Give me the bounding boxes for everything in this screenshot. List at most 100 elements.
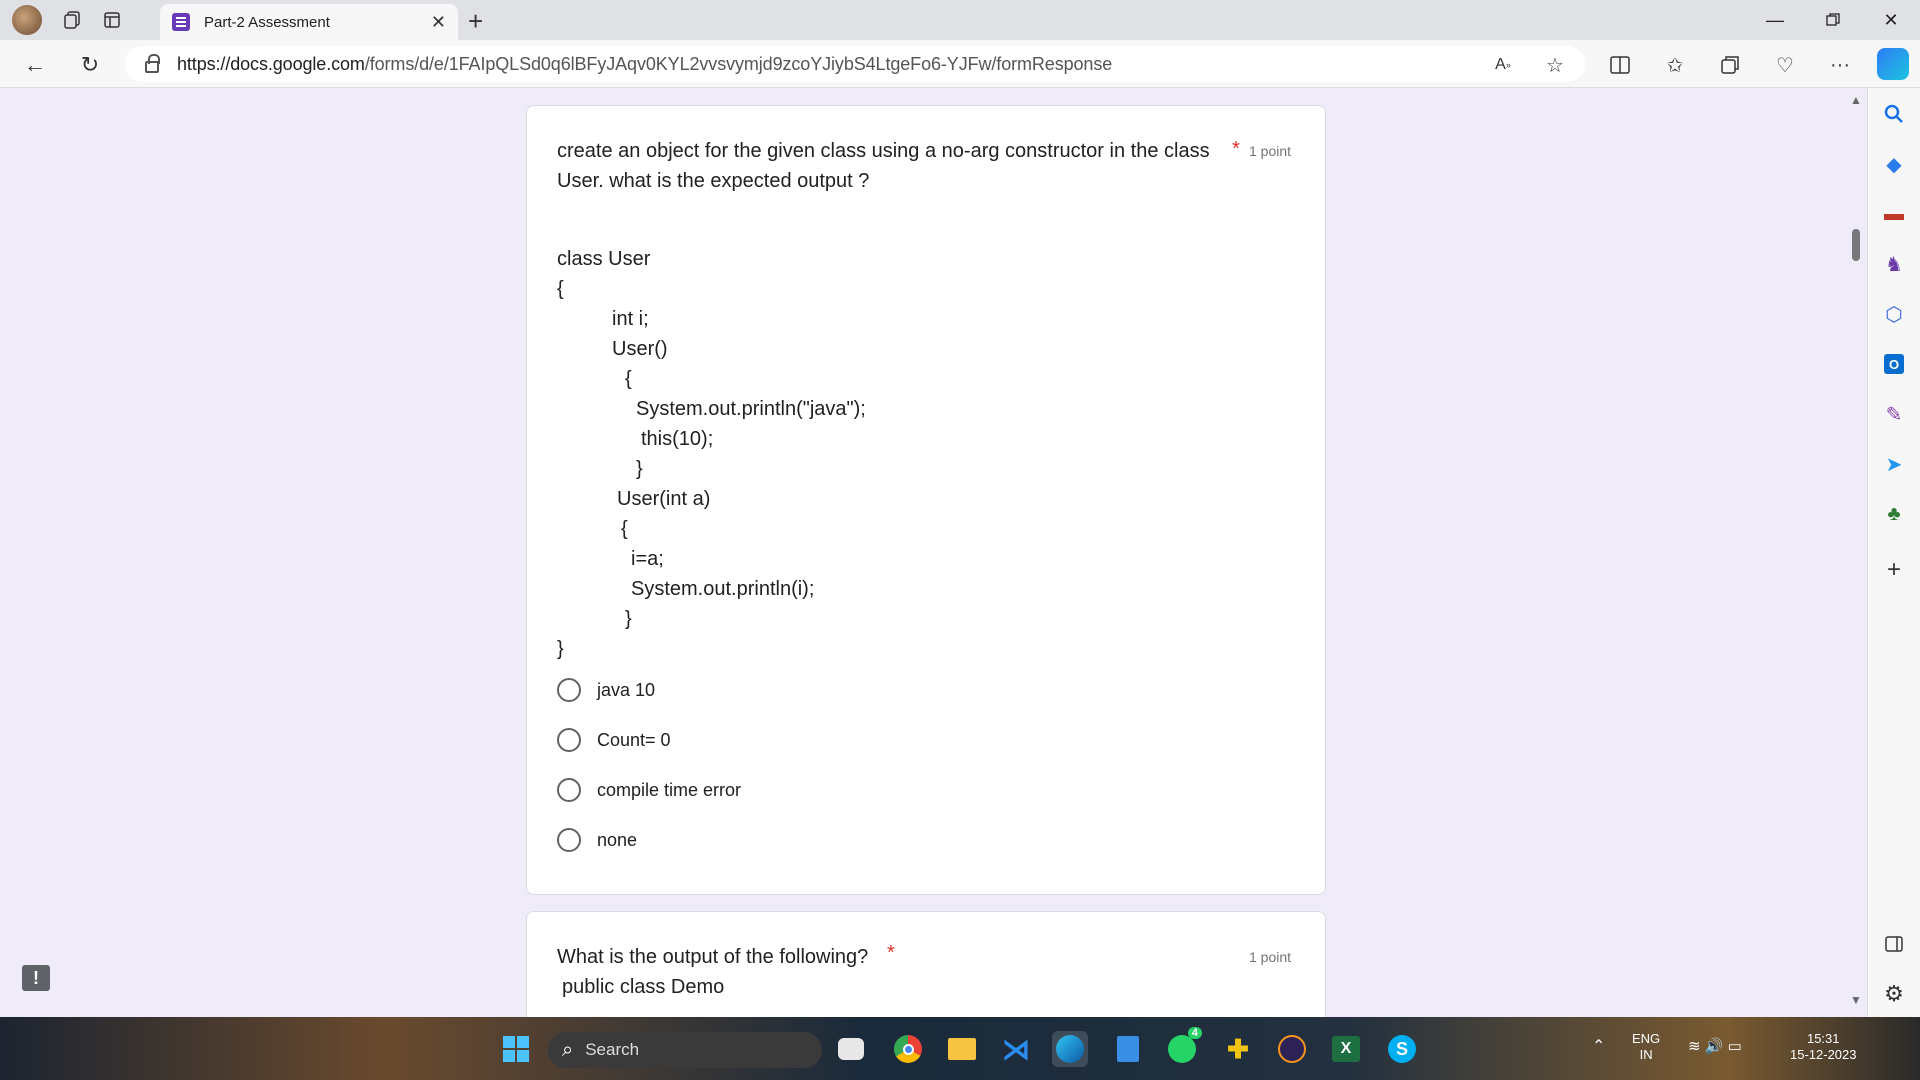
option-java-10[interactable]: java 10 — [557, 675, 655, 705]
refresh-icon[interactable]: ↻ — [75, 50, 105, 80]
microsoft365-icon[interactable]: ⬡ — [1880, 300, 1908, 328]
url-host: https://docs.google.com — [177, 53, 365, 74]
required-asterisk: * — [1232, 138, 1240, 160]
page-scrollbar[interactable]: ▲ ▼ — [1845, 89, 1867, 1017]
code-line: System.out.println(i); — [631, 578, 815, 600]
taskbar-search[interactable]: ⌕ Search — [548, 1032, 822, 1068]
form-page: create an object for the given class usi… — [0, 89, 1845, 1017]
profile-avatar[interactable] — [12, 5, 42, 35]
feedback-icon[interactable]: ! — [22, 965, 50, 991]
wifi-volume-battery-icons[interactable]: ≋ 🔊 ▭ — [1688, 1039, 1742, 1055]
clock[interactable]: 15:31 15-12-2023 — [1790, 1031, 1857, 1063]
tools-icon[interactable]: ▬ — [1880, 200, 1908, 228]
close-window-icon[interactable]: ✕ — [1862, 0, 1920, 40]
radio-button[interactable] — [557, 828, 581, 852]
app-installer-icon[interactable]: ✚ — [1220, 1031, 1256, 1067]
search-icon[interactable] — [1880, 100, 1908, 128]
code-line: { — [557, 278, 564, 300]
radio-button[interactable] — [557, 728, 581, 752]
question-points: 1 point — [1249, 949, 1292, 965]
split-screen-icon[interactable] — [1605, 50, 1635, 80]
question-title: create an object for the given class usi… — [557, 140, 1210, 192]
back-icon[interactable]: ← — [20, 50, 50, 80]
lock-icon[interactable] — [145, 53, 160, 73]
tree-icon[interactable]: ♣ — [1880, 500, 1908, 528]
favorites-icon[interactable]: ✩ — [1660, 50, 1690, 80]
radio-button[interactable] — [557, 678, 581, 702]
option-label: none — [597, 829, 638, 850]
add-icon[interactable]: + — [1880, 556, 1908, 584]
collections-icon[interactable] — [1715, 50, 1745, 80]
hide-sidebar-icon[interactable] — [1880, 930, 1908, 958]
workspaces-icon[interactable] — [52, 0, 92, 40]
shopping-tag-icon[interactable]: ◆ — [1880, 150, 1908, 178]
notification-badge: 4 — [1187, 1027, 1202, 1039]
settings-gear-icon[interactable]: ⚙ — [1880, 980, 1908, 1008]
scroll-down-icon[interactable]: ▼ — [1850, 993, 1862, 1007]
search-placeholder: Search — [585, 1040, 640, 1059]
restore-icon[interactable] — [1804, 0, 1862, 40]
windows-start-icon[interactable] — [498, 1031, 534, 1067]
language-indicator[interactable]: ENG IN — [1632, 1031, 1660, 1063]
code-line: public class Demo — [562, 976, 725, 998]
code-line: } — [557, 638, 564, 660]
address-bar: ← ↻ https://docs.google.com/forms/d/e/1F… — [0, 40, 1920, 88]
active-tab[interactable]: Part-2 Assessment ✕ — [160, 4, 458, 40]
chrome-icon[interactable] — [890, 1031, 926, 1067]
option-count-0[interactable]: Count= 0 — [557, 725, 671, 755]
code-line: System.out.println("java"); — [636, 398, 866, 420]
code-line: } — [636, 458, 643, 480]
new-tab-icon[interactable]: + — [468, 6, 483, 37]
question-points: 1 point — [1249, 143, 1292, 159]
windows-taskbar: ⌕ Search ⋊ 4 ✚ X S ⌃ ENG IN ≋ 🔊 ▭ 15:31 … — [0, 1017, 1920, 1080]
tray-chevron-icon[interactable]: ⌃ — [1592, 1039, 1605, 1055]
date: 15-12-2023 — [1790, 1047, 1857, 1062]
outlook-icon[interactable]: O — [1880, 350, 1908, 378]
search-icon: ⌕ — [562, 1038, 574, 1061]
code-line: int i; — [612, 308, 649, 330]
google-forms-icon — [172, 13, 190, 31]
language: ENG — [1632, 1031, 1661, 1046]
code-line: User(int a) — [617, 488, 711, 510]
code-line: { — [621, 518, 628, 540]
favorite-star-icon[interactable]: ☆ — [1540, 50, 1570, 80]
file-explorer-icon[interactable] — [944, 1031, 980, 1067]
excel-icon[interactable]: X — [1328, 1031, 1364, 1067]
send-icon[interactable]: ➤ — [1880, 450, 1908, 478]
edge-icon[interactable] — [1052, 1031, 1088, 1067]
copilot-icon[interactable] — [1877, 48, 1909, 80]
read-aloud-icon[interactable]: A» — [1488, 50, 1518, 80]
games-icon[interactable]: ♞ — [1880, 250, 1908, 278]
radio-button[interactable] — [557, 778, 581, 802]
vertical-tabs-icon[interactable] — [92, 0, 132, 40]
option-none[interactable]: none — [557, 825, 637, 855]
option-compile-time-error[interactable]: compile time error — [557, 775, 741, 805]
option-label: java 10 — [597, 679, 656, 700]
code-line: User() — [612, 338, 668, 360]
designer-icon[interactable]: ✎ — [1880, 400, 1908, 428]
code-line: class User — [557, 248, 651, 270]
browser-essentials-icon[interactable]: ♡ — [1770, 50, 1800, 80]
tab-title: Part-2 Assessment — [204, 13, 330, 31]
more-menu-icon[interactable]: ··· — [1825, 50, 1855, 80]
skype-icon[interactable]: S — [1384, 1031, 1420, 1067]
question-card-2: What is the output of the following? * 1… — [526, 911, 1326, 1017]
scroll-up-icon[interactable]: ▲ — [1850, 93, 1862, 107]
scroll-thumb[interactable] — [1852, 229, 1860, 261]
notepad-icon[interactable] — [1110, 1031, 1146, 1067]
code-line: { — [625, 368, 632, 390]
url-path: /forms/d/e/1FAIpQLSd0q6lBFyJAqv0KYL2vvsv… — [364, 53, 1113, 74]
url-field[interactable]: https://docs.google.com/forms/d/e/1FAIpQ… — [125, 46, 1585, 82]
edge-sidebar: ◆ ▬ ♞ ⬡ O ✎ ➤ ♣ + ⚙ — [1867, 88, 1920, 1017]
whatsapp-icon[interactable]: 4 — [1164, 1027, 1202, 1067]
code-line: i=a; — [631, 548, 664, 570]
close-tab-icon[interactable]: ✕ — [431, 12, 446, 33]
time: 15:31 — [1806, 1031, 1840, 1046]
minimize-icon[interactable]: — — [1746, 0, 1804, 40]
question-card-1: create an object for the given class usi… — [526, 105, 1326, 895]
required-asterisk: * — [887, 942, 895, 964]
task-view-icon[interactable] — [838, 1038, 864, 1060]
eclipse-icon[interactable] — [1274, 1031, 1310, 1067]
option-label: Count= 0 — [597, 729, 671, 750]
vscode-icon[interactable]: ⋊ — [998, 1031, 1034, 1067]
